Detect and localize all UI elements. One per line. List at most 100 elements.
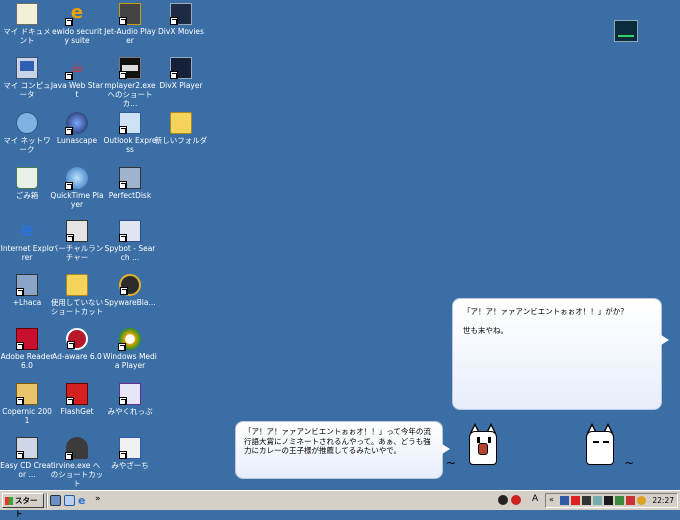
desktop-icon-internet-explorer[interactable]: e Internet Explorer [0,218,54,262]
desktop-icon-label: みやざーち [111,461,149,470]
desktop-icon-mplayer2[interactable]: mplayer2.exe へのショートカ... [103,55,157,108]
desktop-icon-label: マイ コンピュータ [3,81,51,99]
desktop-icon-ad-aware[interactable]: Ad-aware 6.0 [50,326,104,361]
copernic-icon [16,383,38,405]
quicktime-icon [65,167,88,190]
desktop-icon-lhaca[interactable]: +Lhaca [0,272,54,307]
outlook-express-icon [119,112,141,134]
cat-tail-left: ~ [446,456,457,470]
adobe-reader-icon [16,328,38,350]
quicklaunch-chevron[interactable]: » [95,494,101,504]
desktop-icon-label: Adobe Reader 6.0 [0,352,54,370]
desktop-icon-windows-media-player[interactable]: Windows Media Player [103,326,157,370]
desktop-icon-my-computer[interactable]: マイ コンピュータ [0,55,54,99]
ad-aware-icon [66,328,88,350]
computer-icon [16,57,38,79]
tray-expand-chevron[interactable]: « [549,495,554,504]
ewido-icon: e [65,3,88,26]
film-clapper-icon [119,57,141,79]
start-button[interactable]: スタート [2,493,44,518]
tray-app-icon-3[interactable] [582,496,591,505]
desktop-icon-my-documents[interactable]: マイ ドキュメント [0,1,54,45]
folder-icon [170,112,192,134]
system-monitor-widget[interactable] [614,20,638,42]
desktop-icon-label: マイ ドキュメント [3,27,51,45]
taskbar-clock[interactable]: 22:27 [652,496,674,506]
tray-app-icon-4[interactable] [593,496,602,505]
desktop-icon-miyakurepp[interactable]: みやくれっぷ [103,381,157,416]
divx-movies-icon [170,3,192,25]
cd-creator-icon [16,437,38,459]
tray-app-icon-2[interactable] [571,496,580,505]
desktop-icon-label: Ad-aware 6.0 [52,352,102,361]
desktop-icon-label: Windows Media Player [103,352,157,370]
desktop-icon-quicktime[interactable]: QuickTime Player [50,165,104,209]
bubble-tail [442,444,450,454]
system-tray: « 22:27 [545,493,678,508]
desktop-icon-label: mplayer2.exe へのショートカ... [104,81,156,108]
tray-app-icon-7[interactable] [626,496,635,505]
divx-player-icon [170,57,192,79]
desktop-icon-ewido[interactable]: e ewido security suite [50,1,104,46]
media-player-icon [118,328,141,351]
desktop-icon-spybot[interactable]: Spybot - Search ... [103,218,157,262]
desktop-icon-divx-movies[interactable]: DivX Movies [154,1,208,36]
desktop-icon-label: ごみ箱 [15,191,39,200]
tray-app-icon-6[interactable] [615,496,624,505]
desktop-icon-recycle-bin[interactable]: ごみ箱 [0,165,54,200]
desktop-icon-irvine[interactable]: irvine.exe へのショートカット [50,435,104,488]
desktop-icon-my-network[interactable]: マイ ネットワーク [0,110,54,154]
desktop-icon-miyazachi[interactable]: みやざーち [103,435,157,470]
lunascape-icon [65,112,88,135]
cat-mascot-right[interactable] [580,417,620,467]
desktop-icon-virtual-launcher[interactable]: バーチャルランチャー [50,218,104,262]
start-label: スタート [15,496,38,518]
desktop[interactable]: マイ ドキュメント マイ コンピュータ マイ ネットワーク ごみ箱 e Inte… [0,0,680,490]
desktop-icon-flashget[interactable]: FlashGet [50,381,104,416]
desktop-icon-label: Spybot - Search ... [104,244,156,262]
tray-app-red-icon[interactable] [498,495,508,505]
perfectdisk-icon [119,167,141,189]
miyazachi-icon [119,437,141,459]
desktop-icon-label: Jet-Audio Player [104,27,156,45]
desktop-icon-copernic[interactable]: Copernic 2001 [0,381,54,425]
desktop-icon-unused-shortcuts[interactable]: 使用していないショートカット [50,272,104,316]
cat-tail-right: ~ [624,456,635,470]
irvine-icon [65,437,88,460]
desktop-icon-outlook-express[interactable]: Outlook Express [103,110,157,154]
desktop-icon-label: Easy CD Creator ... [0,461,54,479]
ime-indicator[interactable]: A [532,494,538,504]
desktop-icon-label: Copernic 2001 [2,407,52,425]
tray-app-red-icon-2[interactable] [511,495,521,505]
desktop-icon-label: Outlook Express [103,136,157,154]
internet-explorer-icon: e [20,219,34,241]
desktop-icon-label: DivX Movies [158,27,204,36]
desktop-icon-jet-audio[interactable]: Jet-Audio Player [103,1,157,45]
bubble-tail [661,335,669,345]
recycle-bin-icon [16,167,38,189]
tray-app-icon-8[interactable] [637,496,646,505]
taskbar: スタート e » « 22:27 A [0,490,680,518]
desktop-icon-easy-cd-creator[interactable]: Easy CD Creator ... [0,435,54,479]
tray-app-icon-1[interactable] [560,496,569,505]
desktop-icon-java-web-start[interactable]: ☕ Java Web Start [50,55,104,99]
cat-mascot-left[interactable] [463,417,503,467]
desktop-icon-new-folder[interactable]: 新しいフォルダ [154,110,208,145]
desktop-icon-perfectdisk[interactable]: PerfectDisk [103,165,157,200]
desktop-icon-label: irvine.exe へのショートカット [50,461,104,488]
desktop-icon-divx-player[interactable]: DivX Player [154,55,208,90]
desktop-icon-spywareblaster[interactable]: SpywareBla... [103,272,157,307]
show-desktop-icon[interactable] [50,495,61,506]
desktop-icon-lunascape[interactable]: Lunascape [50,110,104,145]
flashget-icon [66,383,88,405]
document-folder-icon [16,3,38,25]
desktop-icon-label: PerfectDisk [108,191,152,200]
tray-app-icon-5[interactable] [604,496,613,505]
desktop-icon-adobe-reader[interactable]: Adobe Reader 6.0 [0,326,54,370]
desktop-icon-label: FlashGet [60,407,94,416]
outlook-quicklaunch-icon[interactable] [64,495,75,506]
archive-icon [16,274,38,296]
desktop-icon-label: 新しいフォルダ [154,136,208,145]
ie-quicklaunch-icon[interactable]: e [78,495,89,506]
taskbar-separator [46,493,48,508]
